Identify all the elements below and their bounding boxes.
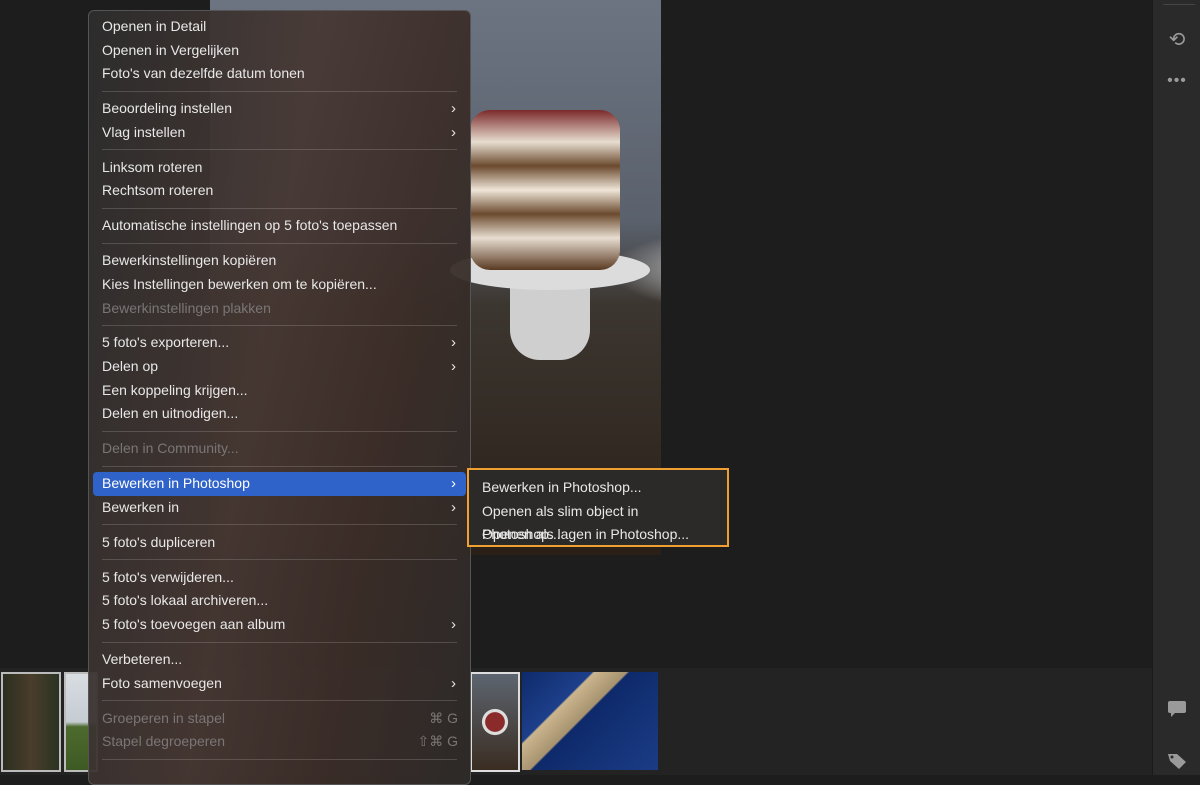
- menu-separator: [102, 430, 457, 432]
- shortcut-label: ⇧⌘ G: [417, 733, 458, 750]
- menu-separator: [102, 90, 457, 92]
- menu-duplicate[interactable]: 5 foto's dupliceren: [93, 531, 466, 555]
- menu-label: Bewerken in: [102, 498, 180, 515]
- menu-label: 5 foto's exporteren...: [102, 334, 230, 351]
- menu-archive-locally[interactable]: 5 foto's lokaal archiveren...: [93, 589, 466, 613]
- right-panel: ⟲ •••: [1152, 0, 1200, 775]
- submenu-open-as-smart-object[interactable]: Openen als slim object in Photoshop...: [471, 500, 725, 543]
- cake-stand-stem: [510, 280, 590, 360]
- menu-set-flag[interactable]: Vlag instellen ›: [93, 121, 466, 145]
- menu-add-to-album[interactable]: 5 foto's toevoegen aan album ›: [93, 613, 466, 637]
- menu-open-in-detail[interactable]: Openen in Detail: [93, 15, 466, 39]
- menu-open-in-compare[interactable]: Openen in Vergelijken: [93, 39, 466, 63]
- menu-get-link[interactable]: Een koppeling krijgen...: [93, 379, 466, 403]
- menu-label: Groeperen in stapel: [102, 709, 225, 726]
- menu-rotate-right[interactable]: Rechtsom roteren: [93, 179, 466, 203]
- chevron-right-icon: ›: [451, 358, 456, 376]
- menu-rotate-left[interactable]: Linksom roteren: [93, 156, 466, 180]
- menu-separator: [102, 559, 457, 561]
- tag-icon[interactable]: [1165, 752, 1189, 776]
- menu-auto-settings[interactable]: Automatische instellingen op 5 foto's to…: [93, 214, 466, 238]
- menu-label: Bewerken in Photoshop: [102, 475, 250, 492]
- more-icon[interactable]: •••: [1165, 72, 1189, 90]
- chevron-right-icon: ›: [451, 498, 456, 516]
- chevron-right-icon: ›: [451, 100, 456, 118]
- menu-label: Delen op: [102, 358, 159, 375]
- menu-separator: [102, 207, 457, 209]
- menu-separator: [102, 465, 457, 467]
- menu-copy-edit-settings[interactable]: Bewerkinstellingen kopiëren: [93, 249, 466, 273]
- thumbnail-cake[interactable]: [470, 672, 520, 772]
- chevron-right-icon: ›: [451, 334, 456, 352]
- menu-ungroup-stack: Stapel degroeperen ⇧⌘ G: [93, 730, 466, 754]
- context-menu: Openen in Detail Openen in Vergelijken F…: [88, 10, 471, 785]
- chevron-right-icon: ›: [451, 674, 456, 692]
- menu-edit-in-photoshop[interactable]: Bewerken in Photoshop ›: [93, 472, 466, 496]
- menu-separator: [102, 758, 457, 760]
- menu-export[interactable]: 5 foto's exporteren... ›: [93, 331, 466, 355]
- comment-icon[interactable]: [1165, 700, 1189, 724]
- menu-enhance[interactable]: Verbeteren...: [93, 648, 466, 672]
- history-icon[interactable]: ⟲: [1165, 27, 1189, 52]
- menu-separator: [102, 700, 457, 702]
- menu-label: Beoordeling instellen: [102, 100, 232, 117]
- menu-share-invite[interactable]: Delen en uitnodigen...: [93, 402, 466, 426]
- menu-separator: [102, 242, 457, 244]
- menu-show-same-date[interactable]: Foto's van dezelfde datum tonen: [93, 62, 466, 86]
- submenu-edit-in-photoshop[interactable]: Bewerken in Photoshop...: [471, 476, 725, 500]
- menu-separator: [102, 149, 457, 151]
- menu-delete[interactable]: 5 foto's verwijderen...: [93, 566, 466, 590]
- shortcut-label: ⌘ G: [429, 709, 458, 726]
- menu-separator: [102, 524, 457, 526]
- cake: [470, 110, 620, 270]
- menu-group-into-stack: Groeperen in stapel ⌘ G: [93, 707, 466, 731]
- menu-label: 5 foto's toevoegen aan album: [102, 615, 286, 632]
- menu-share-on[interactable]: Delen op ›: [93, 355, 466, 379]
- menu-separator: [102, 325, 457, 327]
- photoshop-submenu: Bewerken in Photoshop... Openen als slim…: [467, 468, 729, 547]
- chevron-right-icon: ›: [451, 615, 456, 633]
- submenu-open-as-layers[interactable]: Openen als lagen in Photoshop...: [471, 523, 725, 547]
- menu-photo-merge[interactable]: Foto samenvoegen ›: [93, 672, 466, 696]
- menu-set-rating[interactable]: Beoordeling instellen ›: [93, 97, 466, 121]
- chevron-right-icon: ›: [451, 475, 456, 493]
- thumbnail-ruins[interactable]: [522, 672, 658, 770]
- thumbnail-ivy[interactable]: [1, 672, 61, 772]
- menu-choose-settings-to-copy[interactable]: Kies Instellingen bewerken om te kopiëre…: [93, 273, 466, 297]
- chevron-right-icon: ›: [451, 123, 456, 141]
- menu-edit-in[interactable]: Bewerken in ›: [93, 496, 466, 520]
- menu-paste-edit-settings: Bewerkinstellingen plakken: [102, 299, 271, 316]
- menu-label: Foto samenvoegen: [102, 674, 222, 691]
- menu-share-community: Delen in Community...: [102, 440, 239, 457]
- menu-label: Vlag instellen: [102, 123, 186, 140]
- menu-label: Stapel degroeperen: [102, 733, 225, 750]
- menu-separator: [102, 641, 457, 643]
